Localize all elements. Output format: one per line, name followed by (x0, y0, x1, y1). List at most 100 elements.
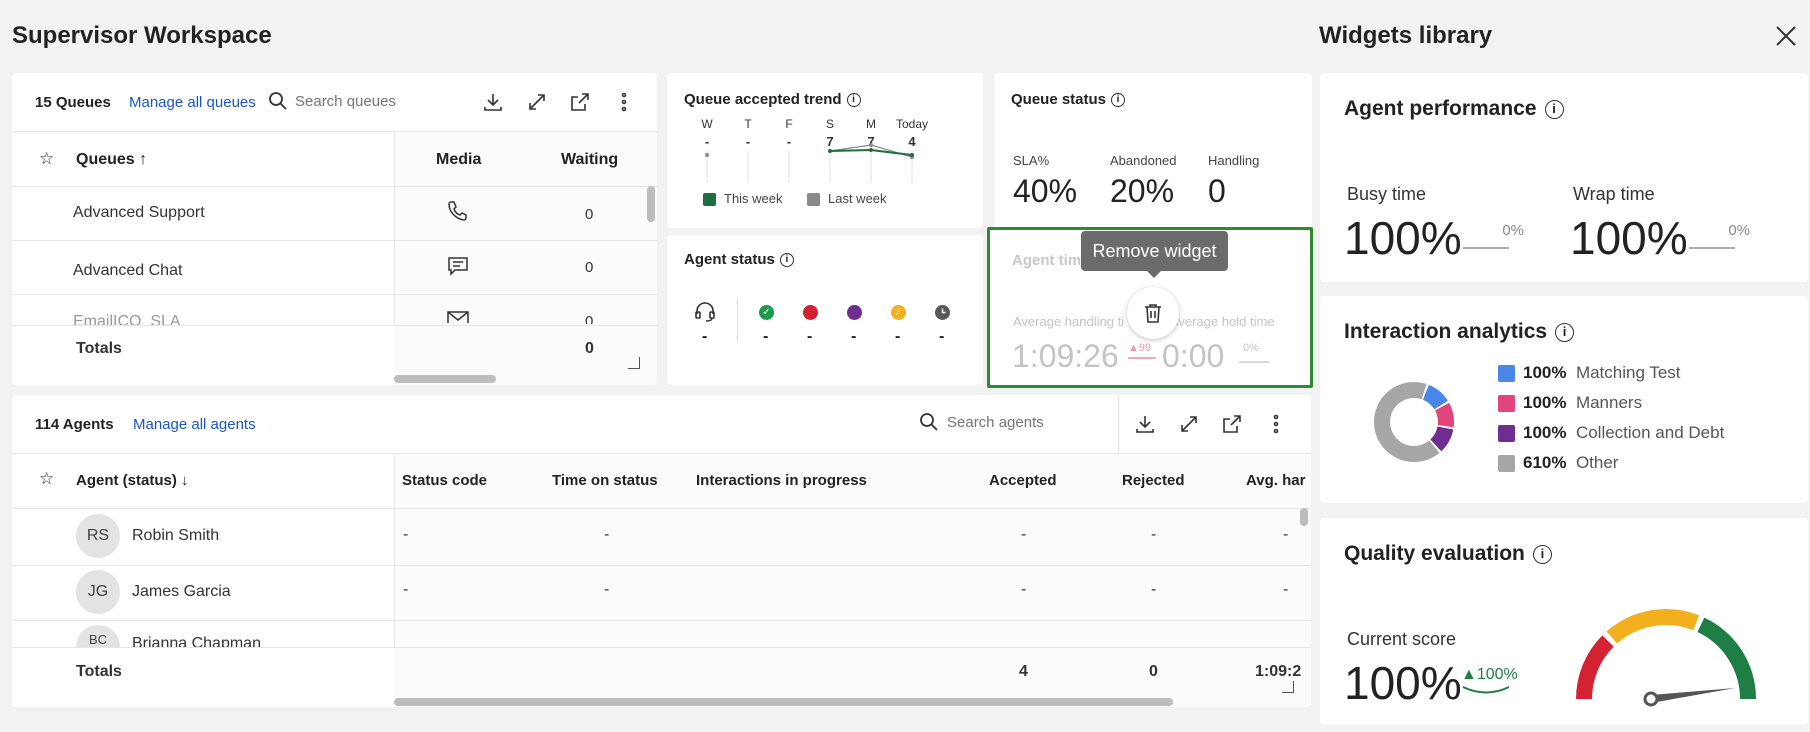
widgets-library-title: Widgets library (1319, 22, 1493, 49)
status-code-column-header[interactable]: Status code (402, 472, 487, 489)
trend-point (828, 149, 832, 153)
busy-count: - (807, 328, 813, 345)
trend-point (869, 143, 873, 147)
resize-handle-icon[interactable] (628, 357, 640, 369)
agent-status-code: - (403, 526, 409, 543)
handling-value: 0 (1208, 173, 1226, 209)
agent-name[interactable]: James Garcia (132, 583, 231, 601)
queue-name: Advanced Chat (73, 262, 183, 279)
agent-time-title: Agent tim (1012, 252, 1082, 269)
legend-pct: 100% (1523, 423, 1567, 442)
interaction-analytics-title-wrap: Interaction analytics i (1344, 320, 1575, 344)
trend-point (869, 148, 873, 152)
remove-widget-tooltip: Remove widget (1081, 231, 1228, 271)
agents-totals-rejected: 0 (1149, 663, 1158, 680)
expand-icon[interactable] (1178, 413, 1200, 435)
more-icon[interactable] (1265, 413, 1287, 435)
agents-totals-label: Totals (76, 663, 122, 680)
expand-icon[interactable] (526, 91, 548, 113)
quality-title-wrap: Quality evaluation i (1344, 542, 1552, 566)
away-status-icon (847, 305, 862, 320)
away-count: - (851, 328, 857, 345)
rejected-column-header[interactable]: Rejected (1122, 472, 1185, 489)
queue-status-widget: Queue status i SLA% Abandoned Handling 40… (994, 73, 1312, 228)
agents-vertical-scrollbar[interactable] (1300, 508, 1308, 526)
agents-totals-avg: 1:09:2 (1255, 663, 1302, 680)
info-icon[interactable]: i (1544, 99, 1564, 119)
agents-widget: 114 Agents Manage all agents ☆ Agent (st… (12, 395, 1311, 707)
search-queues-input[interactable] (295, 87, 465, 115)
quality-gauge (1576, 609, 1756, 707)
queue-accepted-trend-widget: Queue accepted trend i W - T - F - S 7 M 7 Today 4 T… (667, 73, 983, 228)
manage-queues-link[interactable]: Manage all queues (129, 94, 256, 111)
mail-icon (446, 309, 470, 323)
agent-avg: - (1283, 526, 1289, 543)
agent-column-header[interactable]: Agent (status) ↓ (76, 472, 189, 489)
time-on-status-column-header[interactable]: Time on status (552, 472, 658, 489)
page-title: Supervisor Workspace (12, 22, 272, 49)
agents-horizontal-scrollbar[interactable] (394, 698, 1173, 706)
more-icon[interactable] (613, 91, 635, 113)
search-agents-input[interactable] (947, 408, 1097, 436)
legend-this-week: This week (703, 191, 783, 207)
legend-swatch (1498, 395, 1515, 413)
download-icon[interactable] (482, 91, 504, 113)
agent-status-widget: Agent status i ✓ ⁄ - - - - - - (667, 235, 983, 385)
aht-delta: ▲99 (1128, 342, 1152, 354)
queues-totals-waiting: 0 (585, 340, 594, 357)
avg-handling-column-header[interactable]: Avg. har (1246, 472, 1305, 489)
info-icon[interactable]: i (1555, 322, 1575, 342)
aht-delta-value: 99 (1138, 342, 1152, 354)
accepted-column-header[interactable]: Accepted (989, 472, 1057, 489)
manage-agents-link[interactable]: Manage all agents (133, 416, 256, 433)
agent-performance-title: Agent performance (1344, 97, 1537, 120)
info-icon[interactable]: i (1111, 93, 1126, 108)
popout-icon[interactable] (1221, 413, 1243, 435)
hold-delta: 0% (1243, 342, 1259, 354)
star-icon[interactable]: ☆ (39, 149, 54, 169)
quality-evaluation-card[interactable]: Quality evaluation i Current score 100% ▲… (1320, 518, 1808, 725)
legend-swatch (1498, 425, 1515, 443)
queues-horizontal-scrollbar[interactable] (394, 375, 496, 383)
close-icon[interactable] (1774, 24, 1798, 48)
handling-label: Handling (1208, 153, 1260, 168)
search-icon (268, 91, 288, 116)
phone-icon (446, 199, 468, 226)
legend-item: 610% Other (1498, 453, 1618, 473)
legend-pct: 100% (1523, 363, 1567, 382)
queues-count: 15 Queues (35, 94, 111, 111)
queue-name: EmailICO_SLA (73, 313, 181, 325)
legend-label: Collection and Debt (1575, 423, 1725, 442)
info-icon[interactable]: i (1532, 544, 1552, 564)
queue-waiting: 0 (585, 259, 594, 276)
star-icon[interactable]: ☆ (39, 469, 54, 489)
agent-performance-title-wrap: Agent performance i (1344, 97, 1564, 121)
busy-status-icon (803, 305, 818, 320)
agent-rejected: - (1151, 581, 1157, 598)
waiting-column-header[interactable]: Waiting (561, 151, 618, 169)
agent-status-code: - (403, 581, 409, 598)
agent-name[interactable]: Brianna Chapman (132, 635, 261, 647)
interactions-in-progress-column-header[interactable]: Interactions in progress (696, 472, 867, 489)
legend-pct: 100% (1523, 393, 1567, 412)
media-column-header[interactable]: Media (436, 151, 481, 169)
agent-name[interactable]: Robin Smith (132, 527, 219, 545)
download-icon[interactable] (1134, 413, 1156, 435)
queues-vertical-scrollbar[interactable] (647, 186, 655, 222)
agent-avg: - (1283, 581, 1289, 598)
info-icon[interactable]: i (779, 253, 794, 268)
interaction-analytics-card[interactable]: Interaction analytics i 100% Matching Tes… (1320, 296, 1808, 503)
queues-column-header[interactable]: Queues ↑ (76, 151, 147, 169)
queue-waiting: 0 (585, 313, 594, 324)
agent-performance-card[interactable]: Agent performance i Busy time 100% 0% Wra… (1320, 73, 1808, 282)
abandoned-value: 20% (1110, 173, 1175, 209)
search-icon (919, 412, 939, 437)
resize-handle-icon[interactable] (1282, 681, 1294, 693)
queues-widget: 15 Queues Manage all queues ☆ Queues ↑ M… (12, 73, 657, 385)
legend-label: Other (1575, 453, 1619, 472)
headset-icon (693, 300, 717, 329)
popout-icon[interactable] (569, 91, 591, 113)
legend-pct: 610% (1523, 453, 1567, 472)
remove-widget-button[interactable] (1127, 287, 1179, 339)
queue-name: Advanced Support (73, 204, 205, 221)
